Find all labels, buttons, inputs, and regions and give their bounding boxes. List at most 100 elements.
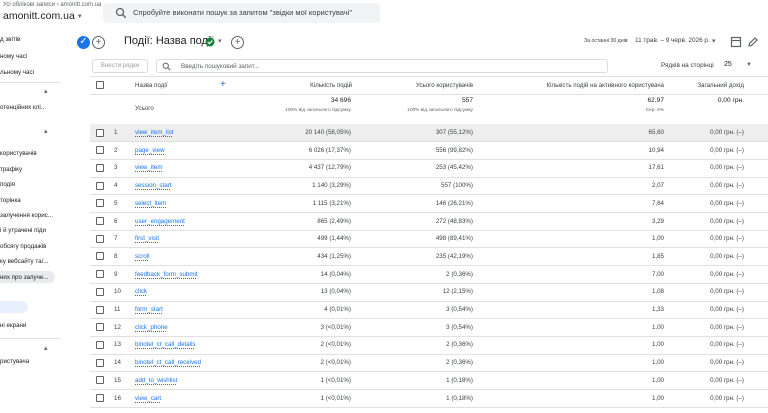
cell-events: 4 437 (12,79%) (308, 164, 351, 172)
event-name-link[interactable]: click (135, 288, 147, 295)
table-row[interactable]: 15 add_to_wishlist 1 (<0,01%) 1 (0,18%) 1,00… (90, 372, 768, 390)
row-checkbox[interactable] (96, 146, 104, 155)
row-checkbox[interactable] (96, 199, 104, 208)
sidebar-item-engagement-data[interactable]: них про залуче... (0, 274, 48, 281)
event-name-link[interactable]: feedback_form_submit (135, 271, 198, 278)
cell-events: 2 (<0,01%) (320, 341, 351, 349)
column-header-events[interactable]: Кількість подій (300, 82, 352, 89)
column-header-name[interactable]: Назва події (135, 82, 167, 89)
chevron-down-icon[interactable]: ▼ (746, 62, 752, 68)
sidebar-item-event[interactable]: подія (0, 181, 15, 188)
event-name-link[interactable]: first_visit (135, 235, 159, 242)
row-checkbox[interactable] (96, 376, 104, 385)
row-checkbox[interactable] (96, 181, 104, 190)
row-checkbox[interactable] (96, 270, 104, 279)
table-row[interactable]: 1 view_item_list 20 140 (58,05%) 307 (55,12… (90, 124, 768, 142)
edit-icon[interactable] (747, 36, 759, 48)
table-row[interactable]: 2 page_view 6 026 (17,37%) 556 (99,82%) 10,9… (90, 142, 768, 160)
chevron-down-icon[interactable]: ▾ (712, 37, 716, 45)
add-rows-button[interactable]: Внести рядки (92, 59, 148, 73)
sidebar-item-user[interactable]: ристувача (0, 358, 29, 365)
event-name-link[interactable]: session_start (135, 182, 171, 189)
row-checkbox[interactable] (96, 128, 104, 137)
event-name-link[interactable]: click_phone (135, 324, 168, 331)
table-row[interactable]: 6 user_engagement 865 (2,49%) 272 (48,83%) 3… (90, 213, 768, 231)
row-checkbox[interactable] (96, 305, 104, 314)
chevron-up-icon[interactable]: ▴ (44, 127, 48, 135)
sidebar-item-sales[interactable]: обсягу продажів (0, 243, 46, 250)
avatar-icon[interactable]: ✓ (77, 36, 90, 49)
totals-row: Усього 34 696 100% від загального підсум… (90, 94, 768, 124)
rows-per-page-select[interactable]: 25 (724, 61, 732, 68)
column-header-revenue[interactable]: Загальний дохід (670, 82, 744, 89)
sidebar-item-traffic[interactable]: трафіку (0, 166, 22, 173)
column-header-events-per-user[interactable]: Кількість подій на активного користувача (490, 82, 665, 89)
sidebar-item-audiences[interactable]: отенційних клі... (0, 104, 46, 111)
table-row[interactable]: 9 feedback_form_submit 14 (0,04%) 2 (0,36%)… (90, 266, 768, 284)
event-name-link[interactable]: add_to_wishlist (135, 377, 177, 384)
table-row[interactable]: 5 select_item 1 115 (3,21%) 146 (26,21%) 7,6… (90, 195, 768, 213)
event-name-link[interactable]: view_item (135, 164, 163, 171)
table-row[interactable]: 8 scroll 434 (1,25%) 235 (42,19%) 1,85 0,00 г… (90, 248, 768, 266)
column-header-users[interactable]: Усього користувачів (390, 82, 473, 89)
table-row[interactable]: 16 view_cart 1 (<0,01%) 1 (0,18%) 1,00 0,00 г… (90, 390, 768, 408)
row-checkbox[interactable] (96, 340, 104, 349)
sidebar-item-realtime-2[interactable]: льному часі (0, 69, 34, 76)
table-search-input[interactable]: Введіть пошуковий запит... (156, 59, 608, 73)
event-name-link[interactable]: form_start (135, 306, 163, 313)
sidebar-item-reports-snapshot[interactable]: д звітів (0, 36, 20, 43)
select-all-checkbox[interactable] (96, 81, 104, 89)
table-row[interactable]: 12 click_phone 3 (<0,01%) 3 (0,54%) 1,00 0,00… (90, 319, 768, 337)
sidebar-item-users[interactable]: користувачів (0, 150, 37, 157)
event-name-link[interactable]: view_cart (135, 395, 161, 402)
chevron-down-icon[interactable]: ▾ (218, 37, 222, 45)
table-row[interactable]: 11 form_start 4 (0,01%) 3 (0,54%) 1,33 0,00 г… (90, 301, 768, 319)
sidebar-item-website[interactable]: ку вебсайту та/... (0, 258, 48, 265)
chevron-up-icon[interactable]: ▴ (44, 344, 48, 352)
event-name-link[interactable]: user_engagement (135, 218, 185, 225)
row-checkbox[interactable] (96, 323, 104, 332)
sidebar-item-page[interactable]: торінка (0, 197, 21, 204)
add-comparison-icon[interactable]: + (92, 36, 105, 49)
row-checkbox[interactable] (96, 287, 104, 296)
sidebar-item-realtime[interactable]: ному часі (0, 53, 27, 60)
row-checkbox[interactable] (96, 394, 104, 402)
event-name-link[interactable]: scroll (135, 253, 149, 260)
event-name-link[interactable]: select_item (135, 200, 166, 207)
row-checkbox[interactable] (96, 234, 104, 243)
cell-events: 20 140 (58,05%) (305, 129, 351, 136)
cell-events: 4 (0,01%) (324, 306, 351, 313)
breadcrumb[interactable]: Усі облікові записи › amonitt.com.ua (3, 2, 101, 8)
row-checkbox[interactable] (96, 358, 104, 367)
sidebar-item-lost-users[interactable]: і й утрачені піди (0, 227, 46, 234)
table-row[interactable]: 7 first_visit 499 (1,44%) 498 (89,41%) 1,00 0… (90, 230, 768, 248)
row-checkbox[interactable] (96, 217, 104, 225)
table-row[interactable]: 3 view_item 4 437 (12,79%) 253 (45,42%) 17,6… (90, 159, 768, 177)
event-name-link[interactable]: view_item_list (135, 129, 174, 136)
account-selector[interactable]: amonitt.com.ua ▼ (3, 10, 83, 22)
add-dimension-icon[interactable]: + (220, 79, 226, 90)
table-row[interactable]: 10 click 13 (0,04%) 12 (2,15%) 1,08 0,00 грн.… (90, 283, 768, 301)
cell-users: 498 (89,41%) (435, 235, 473, 243)
totals-events-sub: 100% від загального підсумку (285, 108, 351, 113)
sidebar-item-engagement[interactable]: залучення корис... (0, 212, 53, 219)
sidebar-item-screens[interactable]: ні екрани (0, 322, 26, 329)
date-range-picker[interactable]: 11 трав. – 9 черв. 2026 р. (635, 37, 710, 44)
event-name-link[interactable]: binotel_ct_call_details (135, 341, 196, 348)
table-row[interactable]: 14 binotel_ct_call_received 2 (<0,01%) 2 (0… (90, 354, 768, 372)
cell-revenue: 0,00 грн. (–) (710, 376, 744, 384)
compare-icon[interactable] (730, 36, 742, 48)
page-title-text: Події: Назва події (124, 35, 214, 47)
row-checkbox[interactable] (96, 252, 104, 261)
add-filter-icon[interactable]: + (231, 36, 244, 49)
totals-label: Усього (135, 105, 154, 112)
event-name-link[interactable]: binotel_ct_call_received (135, 359, 201, 366)
table-row[interactable]: 13 binotel_ct_call_details 2 (<0,01%) 2 (0,… (90, 336, 768, 354)
chevron-up-icon[interactable]: ▴ (44, 87, 48, 95)
row-checkbox[interactable] (96, 163, 104, 172)
table-row[interactable]: 4 session_start 1 140 (3,29%) 557 (100%) 2,0… (90, 177, 768, 195)
event-name-link[interactable]: page_view (135, 147, 165, 154)
row-number: 15 (114, 376, 121, 384)
global-search[interactable]: Спробуйте виконати пошук за запитом "зві… (103, 3, 380, 23)
row-number: 14 (114, 359, 121, 367)
